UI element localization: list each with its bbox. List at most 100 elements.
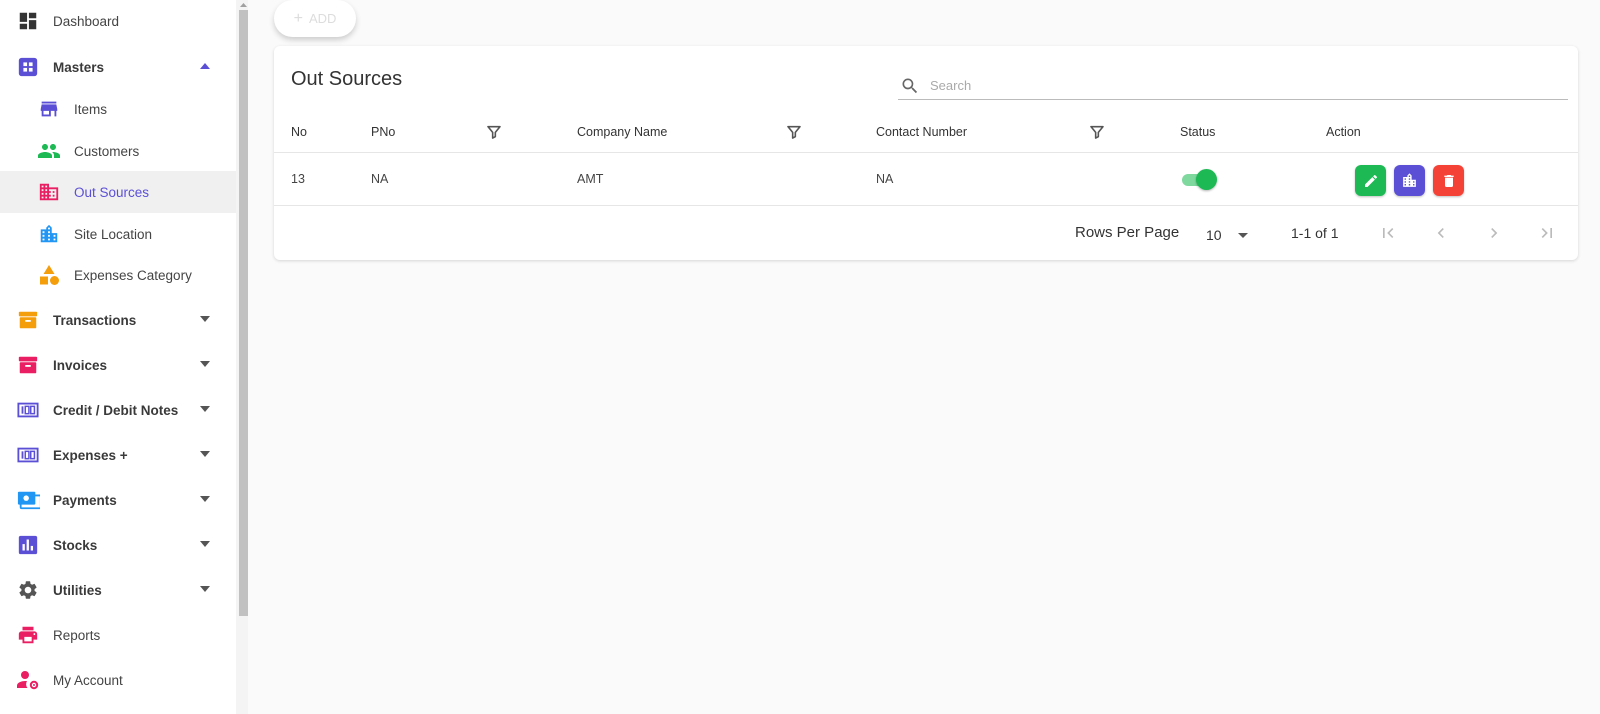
last-page-button[interactable] <box>1532 218 1562 248</box>
sidebar-item-payments[interactable]: Payments <box>0 479 236 521</box>
sidebar-item-label: Expenses + <box>53 447 128 463</box>
sidebar-item-site-location[interactable]: Site Location <box>0 213 236 255</box>
column-header-company-name: Company Name <box>577 125 668 139</box>
chevron-down-icon <box>200 316 210 322</box>
search-bar <box>898 72 1568 100</box>
chevron-down-icon <box>200 361 210 367</box>
cell-contact-number: NA <box>876 172 894 186</box>
sidebar-item-customers[interactable]: Customers <box>0 130 236 172</box>
cell-pno: NA <box>371 172 389 186</box>
rows-per-page-select[interactable]: 10 <box>1206 222 1256 248</box>
status-toggle[interactable] <box>1180 169 1217 190</box>
sidebar-item-items[interactable]: Items <box>0 88 236 130</box>
sidebar-item-label: Stocks <box>53 537 98 553</box>
sidebar-item-label: Invoices <box>53 357 108 373</box>
edit-button[interactable] <box>1355 165 1386 196</box>
sidebar-item-label: Dashboard <box>53 13 120 29</box>
add-button[interactable]: + ADD <box>274 0 356 37</box>
divider <box>274 205 1578 206</box>
rows-per-page-label: Rows Per Page <box>1075 224 1180 241</box>
column-header-contact-number: Contact Number <box>876 125 968 139</box>
sidebar-item-label: Customers <box>74 143 140 159</box>
category-icon <box>37 263 61 287</box>
scroll-up-arrow-icon[interactable] <box>239 1 248 9</box>
sidebar-item-expenses-category[interactable]: Expenses Category <box>0 254 236 296</box>
people-icon <box>37 139 61 163</box>
page-title: Out Sources <box>291 68 403 90</box>
last-page-icon <box>1537 223 1557 243</box>
sidebar-item-label: Transactions <box>53 312 137 328</box>
expenses-icon <box>16 443 40 467</box>
chevron-down-icon <box>200 451 210 457</box>
transactions-icon <box>16 308 40 332</box>
sidebar-item-stocks[interactable]: Stocks <box>0 524 236 566</box>
cell-company-name: AMT <box>577 172 604 186</box>
sidebar-item-invoices[interactable]: Invoices <box>0 344 236 386</box>
trash-icon <box>1441 173 1457 189</box>
dashboard-icon <box>16 9 40 33</box>
sidebar-item-label: Site Location <box>74 226 153 242</box>
printer-icon <box>16 623 40 647</box>
sidebar-item-expenses[interactable]: Expenses + <box>0 434 236 476</box>
plus-icon: + <box>293 9 303 27</box>
first-page-icon <box>1378 223 1398 243</box>
sidebar-item-label: Masters <box>53 59 105 75</box>
cell-no: 13 <box>291 172 305 186</box>
sidebar-scrollbar-thumb[interactable] <box>239 10 248 616</box>
gear-icon <box>16 578 40 602</box>
column-header-no: No <box>291 125 307 139</box>
add-button-label: ADD <box>308 11 337 26</box>
sidebar-item-label: Expenses Category <box>74 267 192 283</box>
column-header-action: Action <box>1326 125 1361 139</box>
toggle-knob <box>1196 169 1217 190</box>
previous-page-button[interactable] <box>1426 218 1456 248</box>
chevron-down-icon <box>200 586 210 592</box>
column-header-status: Status <box>1180 125 1216 139</box>
apps-icon <box>16 55 40 79</box>
divider <box>274 152 1578 153</box>
chevron-down-icon <box>200 541 210 547</box>
rows-per-page-value: 10 <box>1206 227 1222 243</box>
building-icon <box>37 180 61 204</box>
site-location-button[interactable] <box>1394 165 1425 196</box>
chevron-up-icon <box>200 63 210 69</box>
sidebar-item-utilities[interactable]: Utilities <box>0 569 236 611</box>
sidebar-item-label: Reports <box>53 627 101 643</box>
pagination-range: 1-1 of 1 <box>1291 225 1339 241</box>
chevron-down-icon <box>1237 232 1248 238</box>
chevron-right-icon <box>1484 223 1504 243</box>
sidebar-item-label: Out Sources <box>74 184 150 200</box>
delete-button[interactable] <box>1433 165 1464 196</box>
chevron-down-icon <box>200 406 210 412</box>
sidebar-item-label: Items <box>74 101 108 117</box>
sidebar-item-label: Utilities <box>53 582 102 598</box>
first-page-button[interactable] <box>1373 218 1403 248</box>
sidebar: Dashboard Masters Items Customers Out So… <box>0 0 248 714</box>
sidebar-item-label: Payments <box>53 492 117 508</box>
sidebar-item-label: My Account <box>53 672 123 688</box>
next-page-button[interactable] <box>1479 218 1509 248</box>
sidebar-item-masters[interactable]: Masters <box>0 46 236 88</box>
sidebar-item-my-account[interactable]: My Account <box>0 659 236 701</box>
sidebar-item-reports[interactable]: Reports <box>0 614 236 656</box>
account-settings-icon <box>16 668 40 692</box>
notes-icon <box>16 398 40 422</box>
payments-icon <box>16 488 40 512</box>
city-icon <box>37 222 61 246</box>
search-icon <box>900 76 920 96</box>
sidebar-item-credit-debit-notes[interactable]: Credit / Debit Notes <box>0 389 236 431</box>
sidebar-item-label: Credit / Debit Notes <box>53 402 179 418</box>
filter-icon[interactable] <box>486 124 502 145</box>
search-input[interactable] <box>930 78 1530 93</box>
chevron-down-icon <box>200 496 210 502</box>
invoice-icon <box>16 353 40 377</box>
filter-icon[interactable] <box>786 124 802 145</box>
sidebar-item-transactions[interactable]: Transactions <box>0 299 236 341</box>
sidebar-item-dashboard[interactable]: Dashboard <box>0 0 236 42</box>
chevron-left-icon <box>1431 223 1451 243</box>
stocks-icon <box>16 533 40 557</box>
sidebar-item-out-sources[interactable]: Out Sources <box>0 171 236 213</box>
filter-icon[interactable] <box>1089 124 1105 145</box>
store-icon <box>37 97 61 121</box>
city-icon <box>1401 172 1418 189</box>
